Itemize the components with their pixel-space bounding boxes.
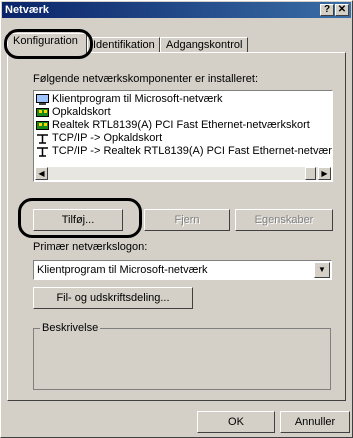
add-button[interactable]: Tilføj... [33,209,123,231]
description-legend: Beskrivelse [40,322,101,334]
horizontal-scrollbar[interactable]: ◀ ▶ [35,167,331,180]
protocol-icon [36,133,49,144]
scroll-thumb[interactable] [305,167,316,180]
help-button[interactable]: ? [320,4,334,16]
tab-konfiguration[interactable]: Konfiguration [7,33,87,54]
logon-select[interactable]: Klientprogram til Microsoft-netværk ▼ [33,260,332,280]
logon-value: Klientprogram til Microsoft-netværk [37,264,208,276]
list-item[interactable]: TCP/IP -> Opkaldskort [36,132,162,145]
properties-button[interactable]: Egenskaber [235,209,333,231]
tab-identifikation[interactable]: Identifikation [87,37,160,53]
protocol-icon [36,146,49,157]
components-listbox[interactable]: Klientprogram til Microsoft-netværk Opka… [33,90,333,182]
remove-button[interactable]: Fjern [144,209,230,231]
tab-adgangskontrol[interactable]: Adgangskontrol [160,37,248,53]
description-group: Beskrivelse [33,322,331,390]
list-item[interactable]: Klientprogram til Microsoft-netværk [36,93,223,106]
network-dialog: Netværk ? ✕ Konfiguration Identifikation… [0,0,353,438]
list-item[interactable]: TCP/IP -> Realtek RTL8139(A) PCI Fast Et… [36,145,332,158]
list-item[interactable]: Opkaldskort [36,106,111,119]
client-icon [36,93,49,105]
window-title: Netværk [5,4,50,16]
list-item[interactable]: Realtek RTL8139(A) PCI Fast Ethernet-net… [36,119,310,132]
cancel-button[interactable]: Annuller [280,411,350,433]
scroll-right-icon[interactable]: ▶ [318,167,331,180]
ok-button[interactable]: OK [197,411,275,433]
adapter-icon [36,120,49,131]
logon-label: Primær netværkslogon: [33,241,148,253]
file-print-sharing-button[interactable]: Fil- og udskriftsdeling... [33,287,193,309]
chevron-down-icon[interactable]: ▼ [314,262,330,278]
components-label: Følgende netværkskomponenter er installe… [33,73,258,85]
scroll-left-icon[interactable]: ◀ [35,167,48,180]
close-button[interactable]: ✕ [335,4,349,16]
title-bar[interactable]: Netværk ? ✕ [2,2,351,18]
adapter-icon [36,107,49,118]
